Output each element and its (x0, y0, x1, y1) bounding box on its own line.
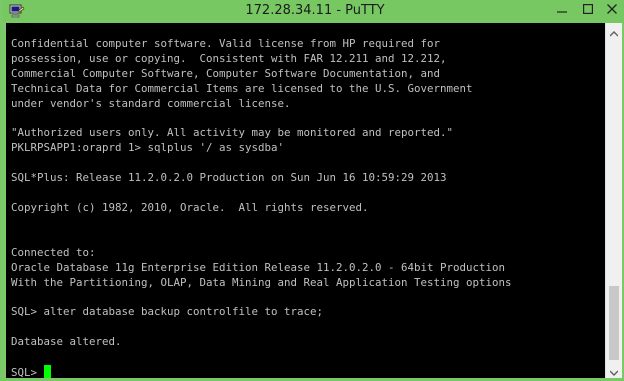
terminal-line: With the Partitioning, OLAP, Data Mining… (11, 275, 512, 289)
maximize-icon (583, 3, 594, 18)
terminal-line: Copyright (c) 1982, 2010, Oracle. All ri… (11, 200, 369, 214)
terminal-line: Oracle Database 11g Enterprise Edition R… (11, 260, 506, 274)
scroll-thumb[interactable] (609, 286, 619, 360)
scroll-down-button[interactable] (606, 362, 622, 378)
minimize-icon (556, 3, 567, 18)
terminal-line: Technical Data for Commercial Items are … (11, 81, 473, 95)
terminal-line: Database altered. (11, 335, 122, 349)
close-button[interactable] (597, 0, 624, 20)
chevron-down-icon (609, 361, 619, 380)
sql-prompt: SQL> (11, 365, 44, 378)
terminal-area[interactable]: Confidential computer software. Valid li… (6, 23, 605, 378)
terminal-line: Commercial Computer Software, Computer S… (11, 66, 441, 80)
minimize-button[interactable] (548, 0, 575, 20)
chevron-up-icon (609, 22, 619, 41)
terminal-line: Connected to: (11, 245, 96, 259)
terminal-line: PKLRPSAPP1:oraprd 1> sqlplus '/ as sysdb… (11, 141, 285, 155)
terminal-line: possession, use or copying. Consistent w… (11, 51, 447, 65)
terminal-line: "Authorized users only. All activity may… (11, 126, 454, 140)
scroll-up-button[interactable] (606, 23, 622, 39)
title-bar[interactable]: 172.28.34.11 - PuTTY (3, 0, 624, 23)
terminal-lines: Confidential computer software. Valid li… (11, 37, 512, 348)
putty-window: 172.28.34.11 - PuTTY Confidential comput… (0, 0, 624, 381)
terminal-line: under vendor's standard commercial licen… (11, 96, 291, 110)
close-icon (607, 3, 617, 18)
vertical-scrollbar[interactable] (605, 23, 622, 378)
terminal-output: Confidential computer software. Valid li… (11, 37, 512, 378)
terminal-cursor (43, 364, 51, 378)
terminal-line: Confidential computer software. Valid li… (11, 37, 441, 50)
terminal-line: SQL> alter database backup controlfile t… (11, 305, 324, 319)
window-title: 172.28.34.11 - PuTTY (245, 3, 385, 18)
terminal-line: SQL*Plus: Release 11.2.0.2.0 Production … (11, 171, 447, 185)
